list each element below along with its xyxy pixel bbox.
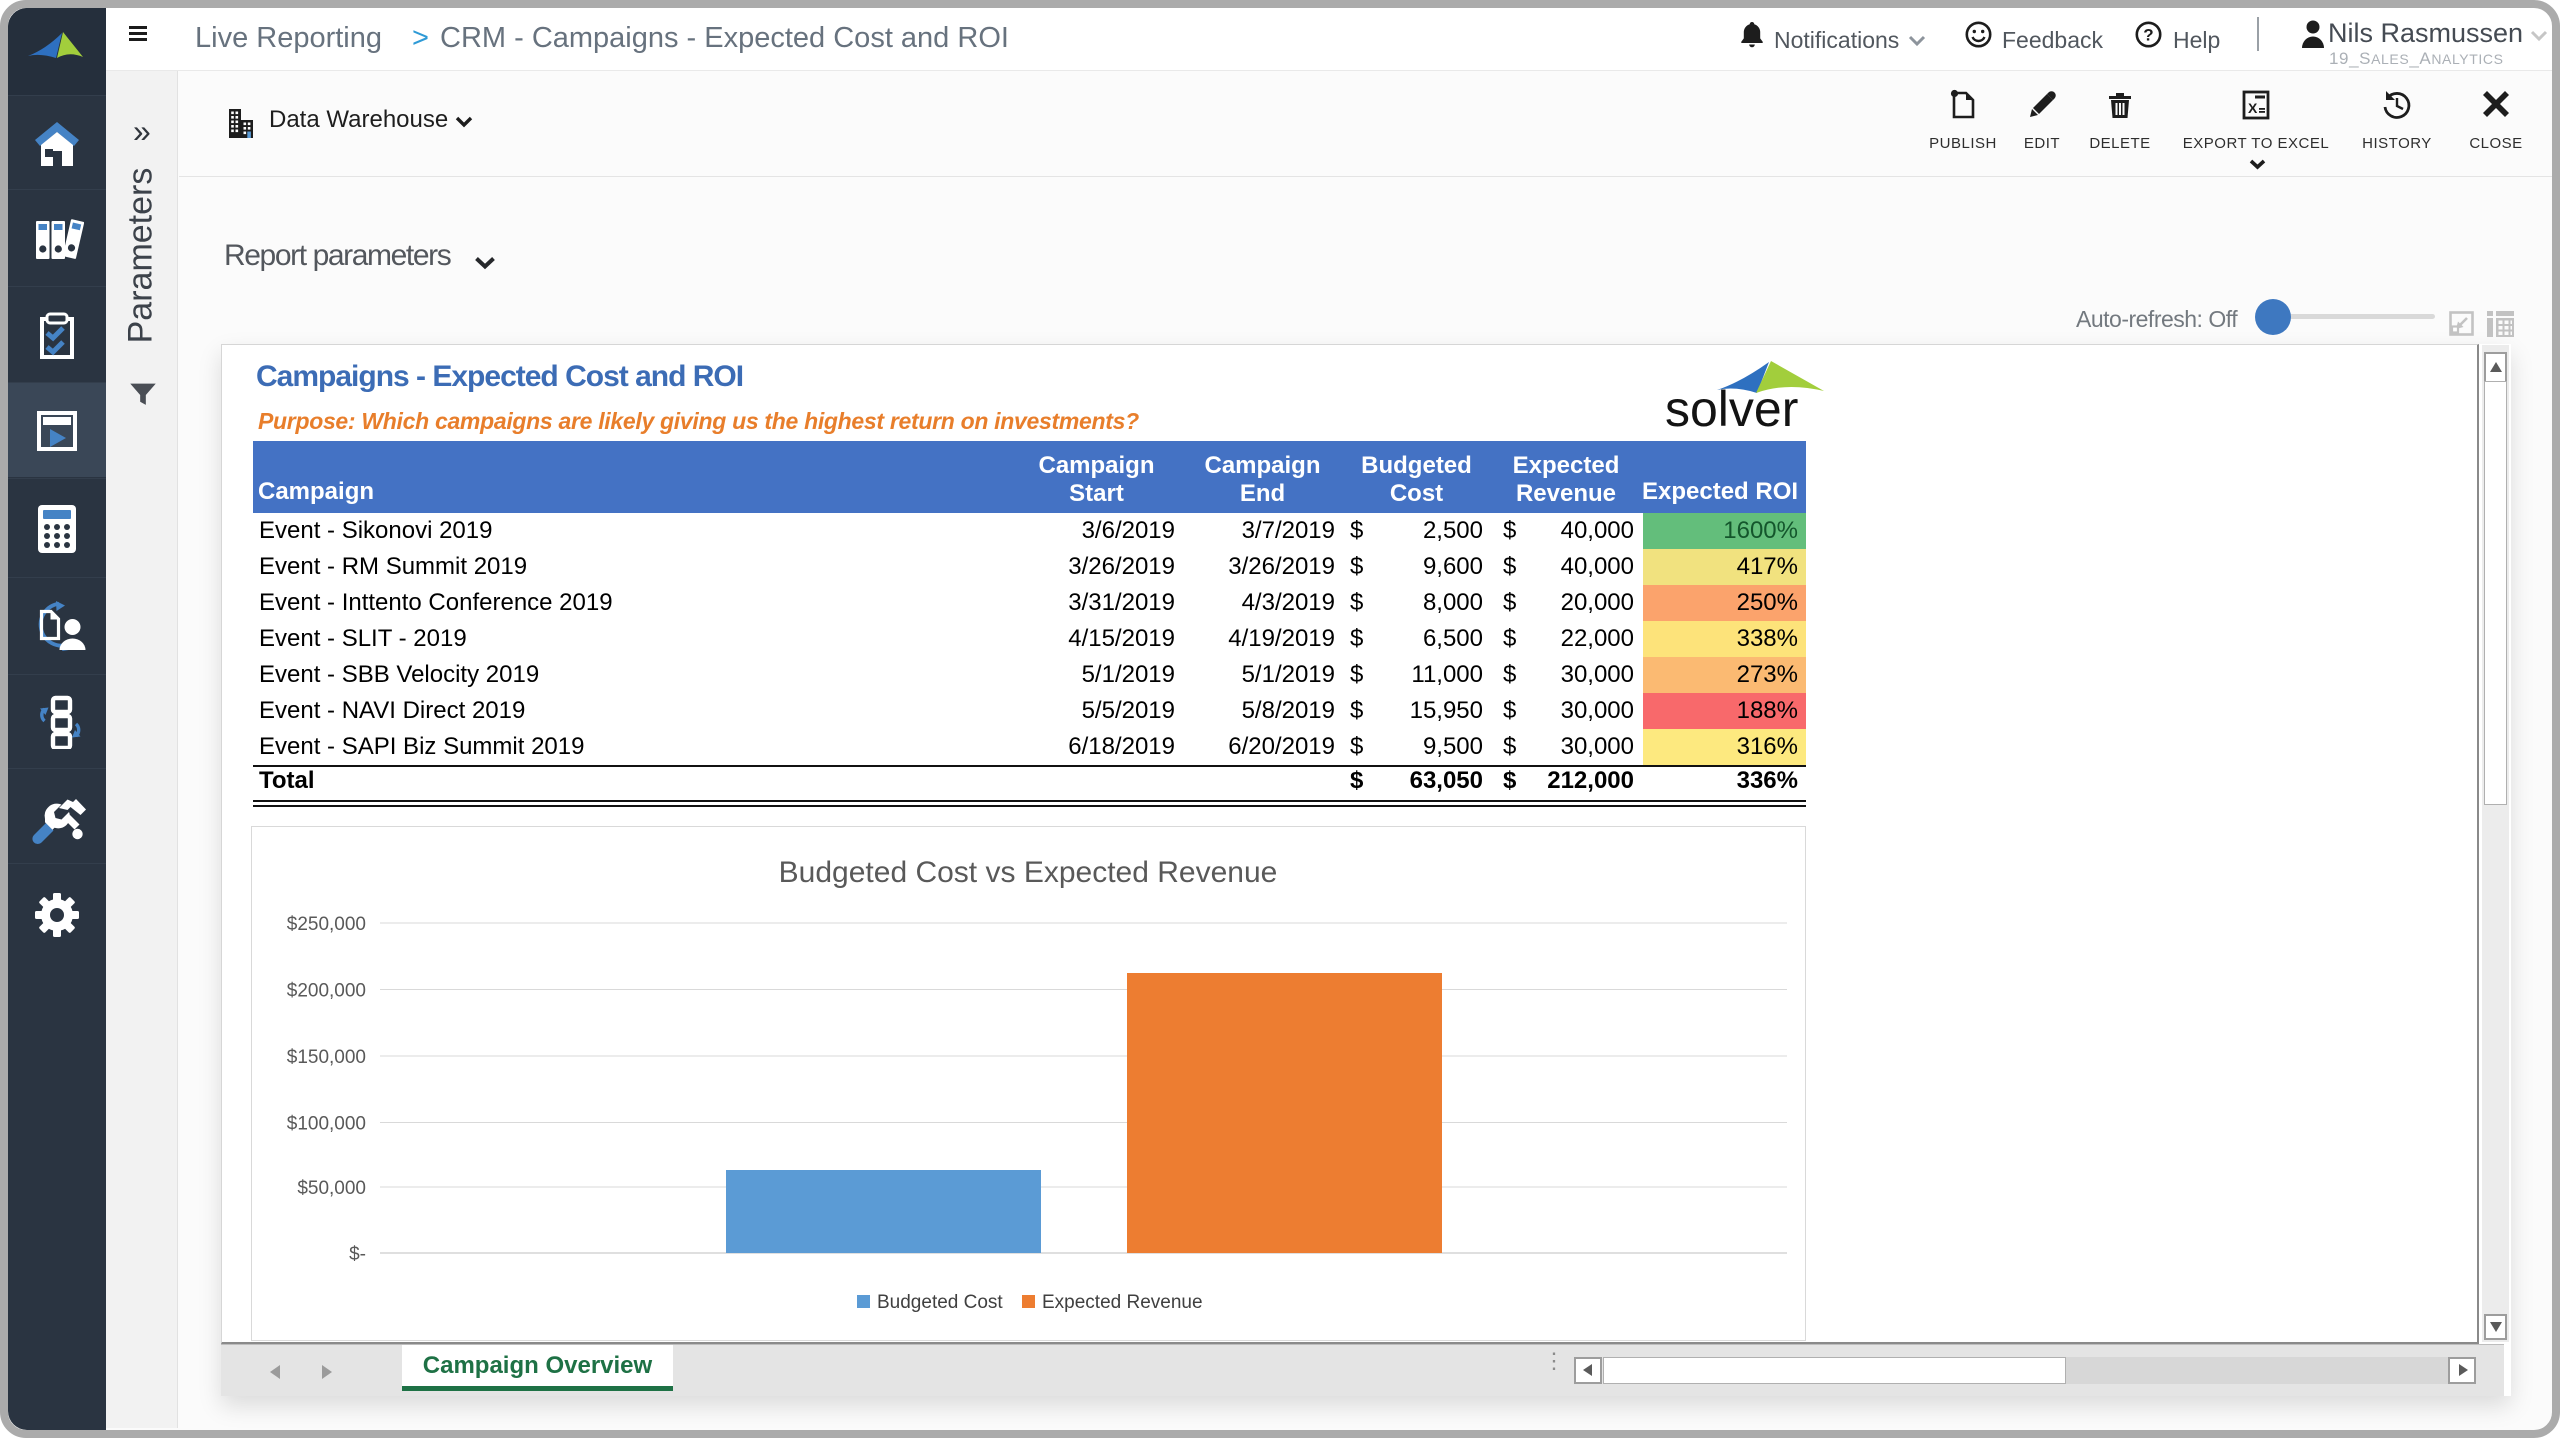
svg-text:$200,000: $200,000 xyxy=(287,981,366,1002)
svg-text:$100,000: $100,000 xyxy=(287,1114,366,1135)
svg-text:X: X xyxy=(2248,100,2258,116)
svg-text:Budgeted Cost vs Expected Reve: Budgeted Cost vs Expected Revenue xyxy=(779,856,1278,889)
svg-text:$-: $- xyxy=(349,1244,366,1265)
svg-text:solver: solver xyxy=(1665,381,1798,434)
svg-text:Budgeted Cost: Budgeted Cost xyxy=(877,1292,1003,1313)
svg-text:$150,000: $150,000 xyxy=(287,1047,366,1068)
svg-text:?: ? xyxy=(2143,26,2153,45)
svg-text:Expected Revenue: Expected Revenue xyxy=(1042,1292,1203,1313)
svg-text:$250,000: $250,000 xyxy=(287,914,366,935)
svg-text:$50,000: $50,000 xyxy=(297,1178,366,1199)
